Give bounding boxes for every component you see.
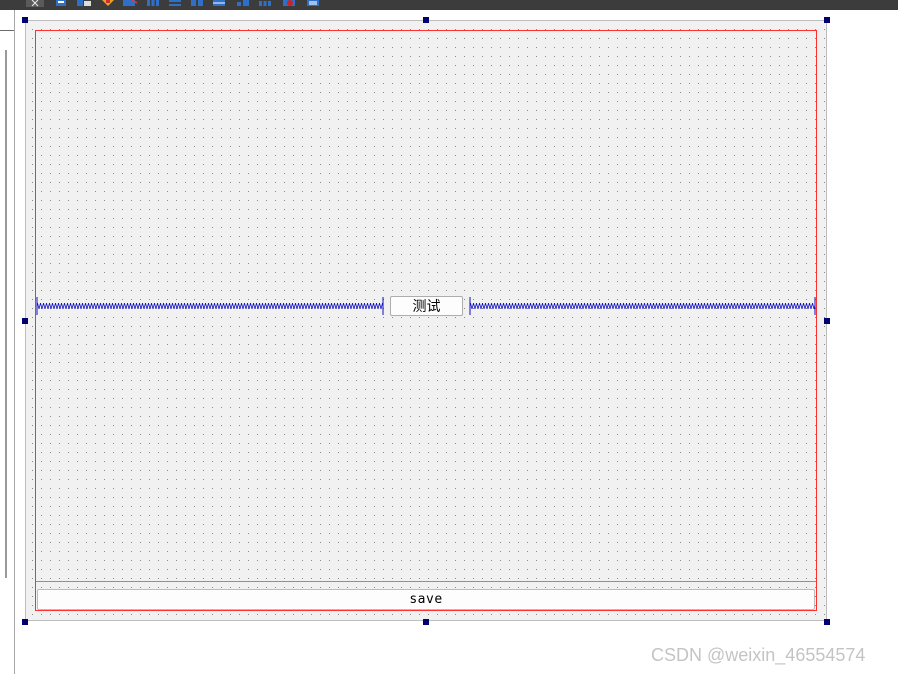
adjust-size-icon[interactable] [306, 0, 320, 7]
buddy-icon[interactable] [100, 0, 116, 7]
resize-handle-bottom-left[interactable] [22, 619, 28, 625]
dock-tab[interactable] [0, 10, 14, 31]
horizontal-splitter-icon[interactable] [190, 0, 204, 7]
resize-handle-bottom-right[interactable] [824, 619, 830, 625]
resize-handle-right[interactable] [824, 318, 830, 324]
vertical-splitter-icon[interactable] [212, 0, 226, 7]
form-layout-icon[interactable] [236, 0, 250, 7]
horizontal-spacer-right[interactable] [469, 297, 816, 315]
tab-order-icon[interactable] [122, 0, 138, 7]
horizontal-spacer-left[interactable] [36, 297, 384, 315]
resize-handle-top-left[interactable] [22, 17, 28, 23]
signal-slot-icon[interactable] [76, 0, 92, 7]
save-button[interactable]: save [37, 589, 815, 610]
widget-editing-icon[interactable] [54, 0, 68, 7]
resize-handle-top-right[interactable] [824, 17, 830, 23]
left-dock-panel [0, 10, 15, 674]
grid-layout-icon[interactable] [258, 0, 272, 7]
designer-toolbar [0, 0, 898, 10]
csdn-watermark: CSDN @weixin_46554574 [651, 645, 866, 665]
vertical-layout-icon[interactable] [168, 0, 182, 7]
test-button[interactable]: 测试 [390, 296, 463, 316]
break-layout-icon[interactable] [282, 0, 298, 7]
resize-handle-top[interactable] [423, 17, 429, 23]
resize-handle-bottom[interactable] [423, 619, 429, 625]
vertical-scrollbar[interactable] [5, 50, 7, 578]
close-icon[interactable] [26, 0, 44, 7]
horizontal-layout-icon[interactable] [146, 0, 160, 7]
resize-handle-left[interactable] [22, 318, 28, 324]
